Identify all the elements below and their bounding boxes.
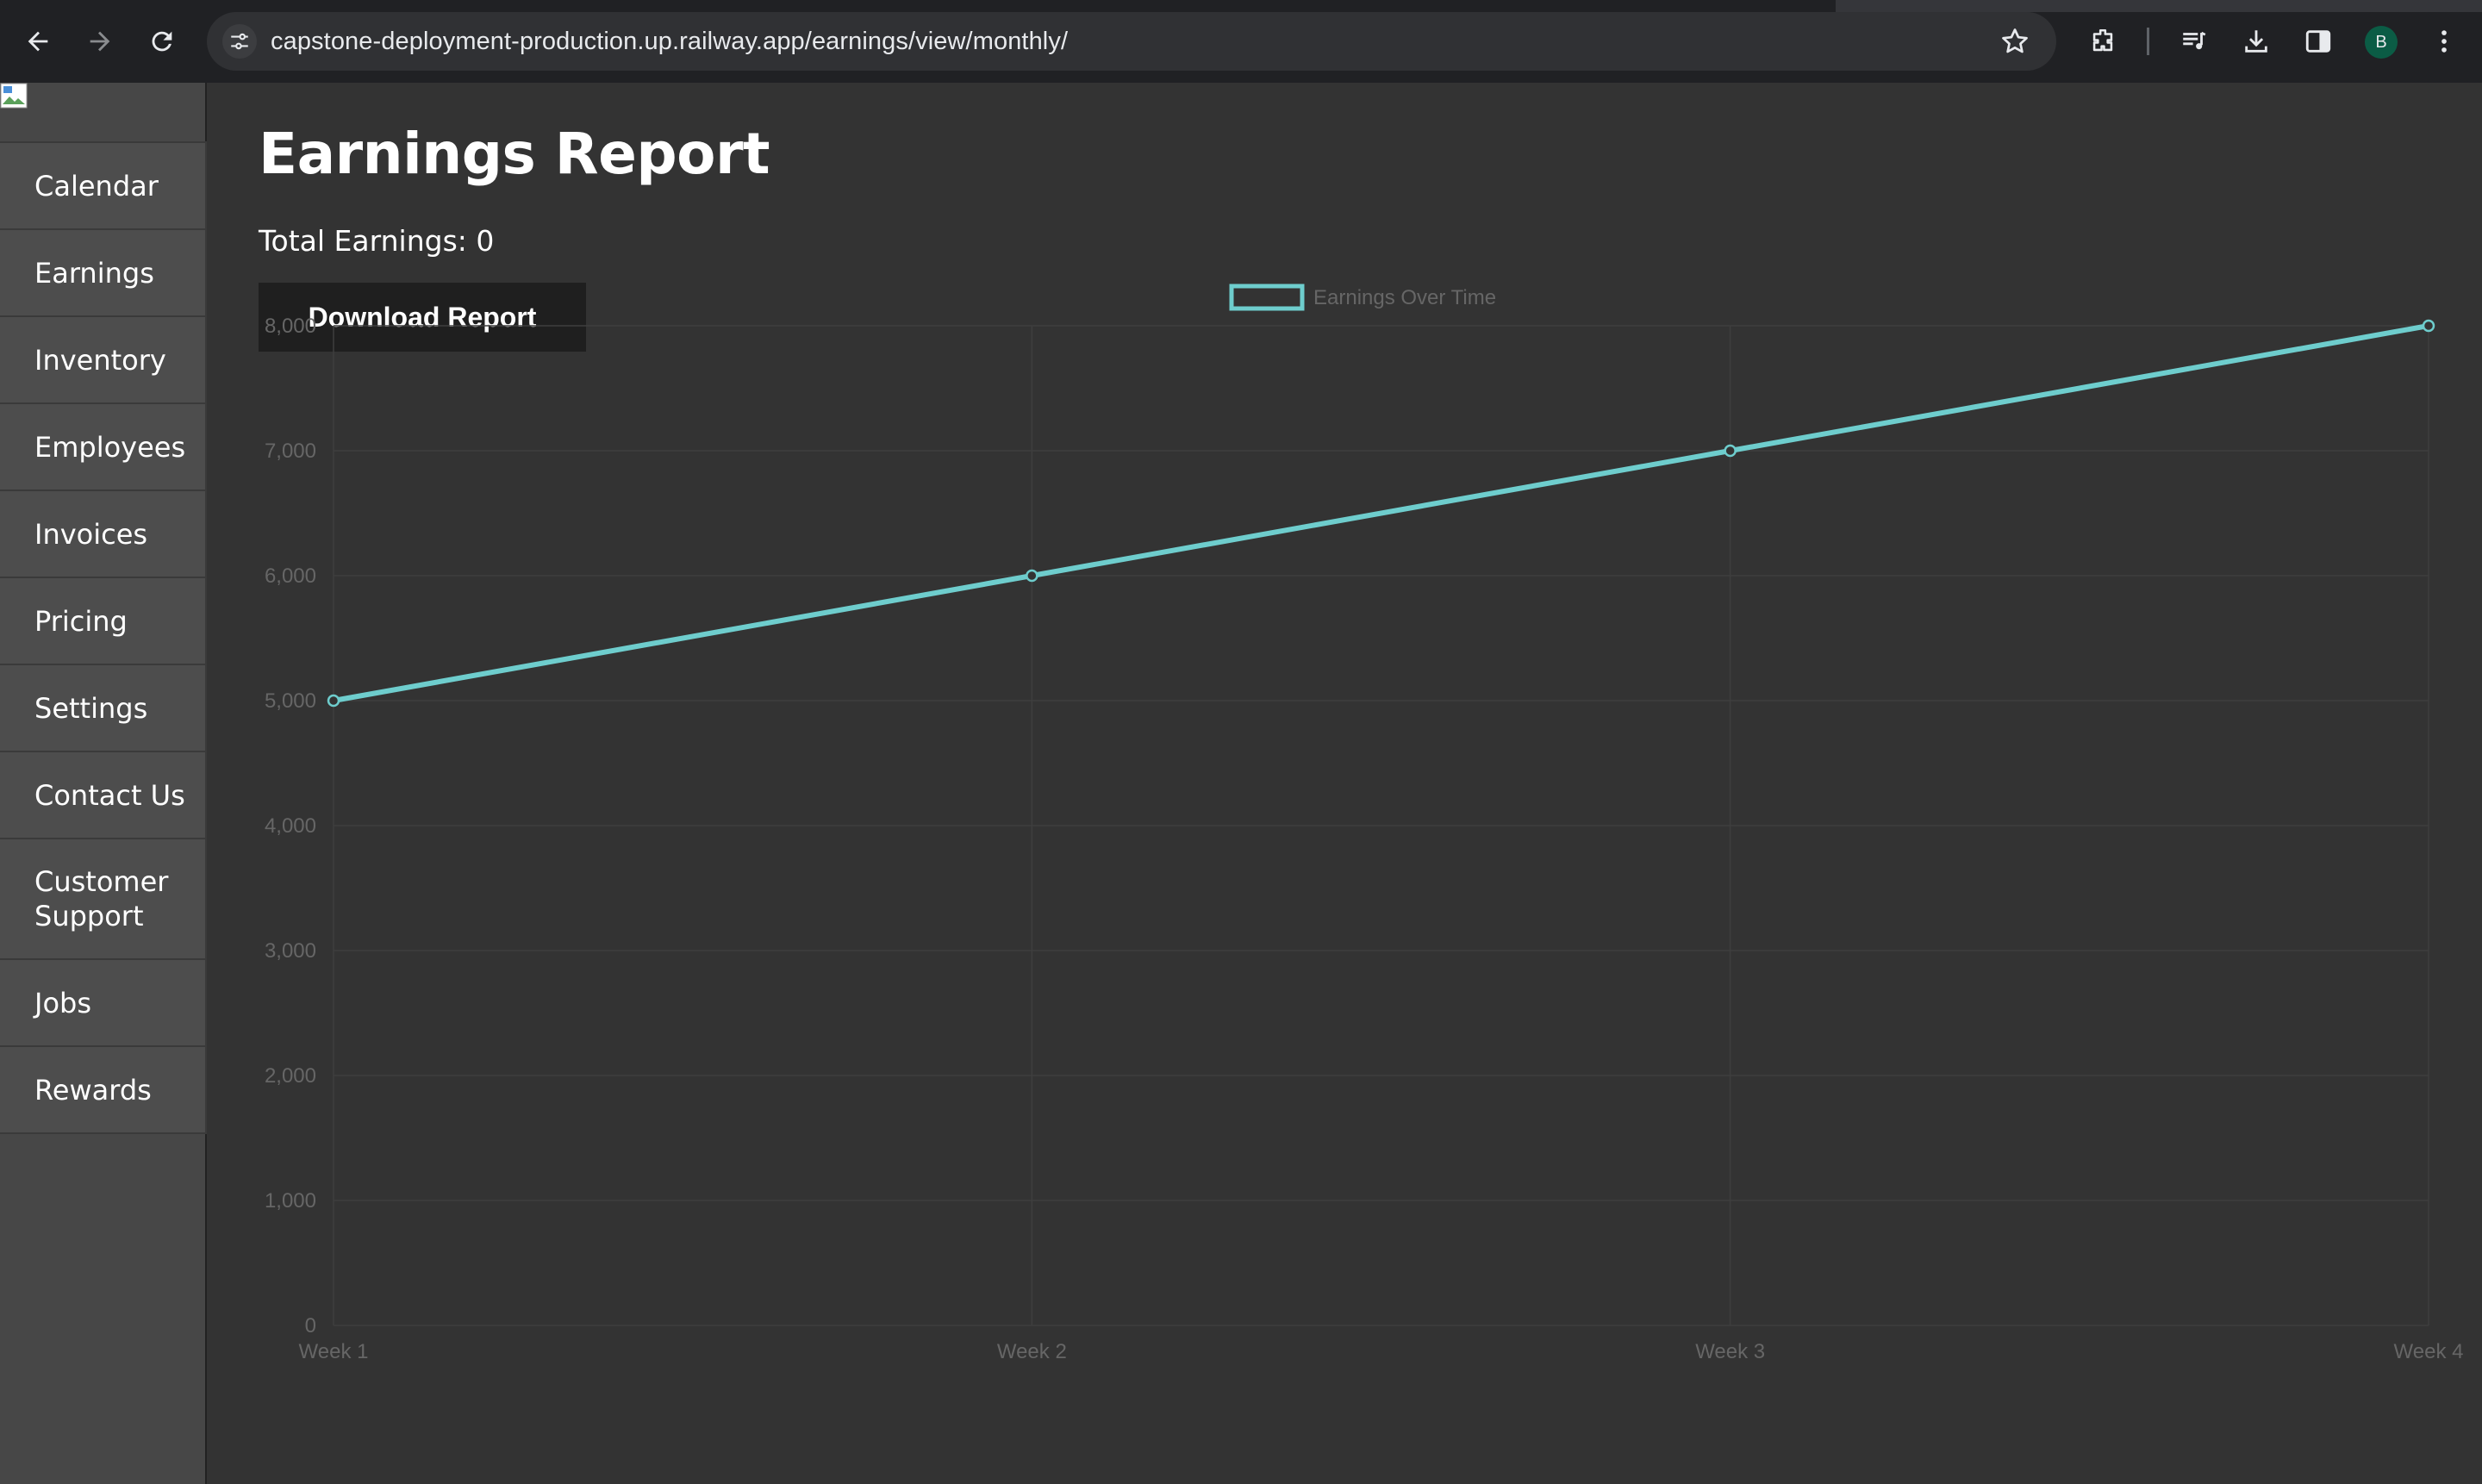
- series-line: [333, 323, 2429, 703]
- data-point: [327, 694, 340, 708]
- y-tick-label: 6,000: [265, 564, 316, 588]
- y-tick-label: 7,000: [265, 440, 316, 463]
- data-point: [2422, 319, 2435, 333]
- x-tick-label: Week 3: [1695, 1340, 1765, 1363]
- legend-label: Earnings Over Time: [1313, 286, 1496, 309]
- x-tick-label: Week 4: [2394, 1340, 2464, 1363]
- data-point: [1724, 444, 1737, 458]
- legend-swatch: [1229, 284, 1305, 311]
- earnings-line-chart: 0 1,000 2,000 3,000 4,000 5,000 6,000 7,000 8,00…: [265, 284, 2464, 1363]
- y-tick-label: 1,000: [265, 1189, 316, 1213]
- y-tick-label: 4,000: [265, 814, 316, 838]
- x-tick-label: Week 2: [997, 1340, 1067, 1363]
- y-tick-label: 3,000: [265, 939, 316, 963]
- data-point: [1026, 569, 1038, 583]
- y-tick-label: 2,000: [265, 1064, 316, 1088]
- y-tick-label: 5,000: [265, 689, 316, 713]
- y-tick-label: 0: [305, 1314, 316, 1337]
- x-tick-label: Week 1: [299, 1340, 369, 1363]
- y-tick-label: 8,000: [265, 315, 316, 338]
